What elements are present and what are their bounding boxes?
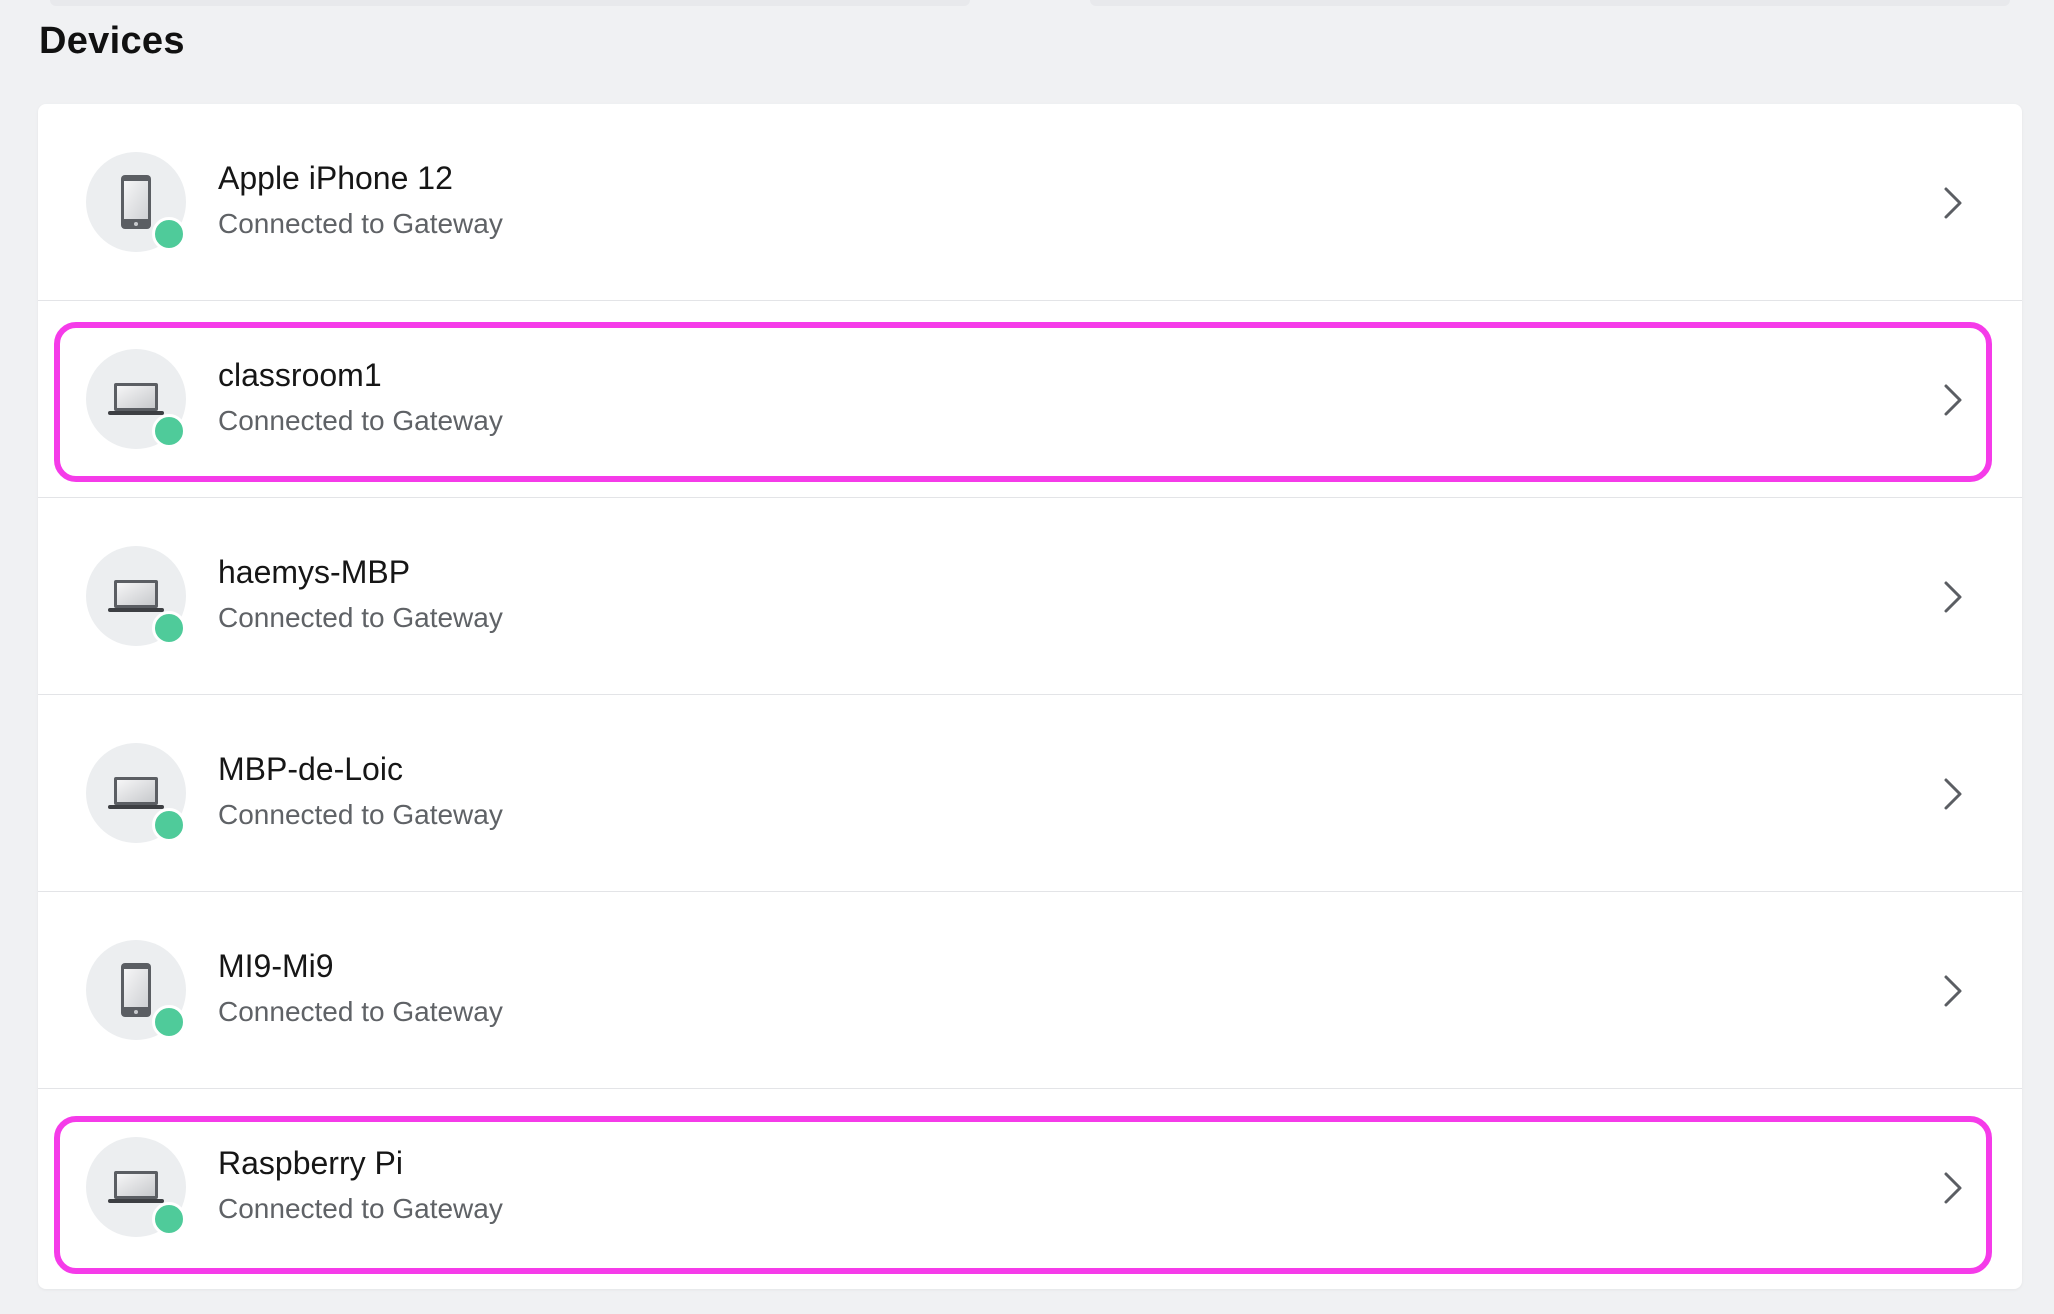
chevron-right-icon[interactable] xyxy=(1932,380,1972,420)
chevron-right-icon[interactable] xyxy=(1932,183,1972,223)
online-status-dot xyxy=(152,808,186,842)
online-status-dot xyxy=(152,1202,186,1236)
page-title: Devices xyxy=(39,20,185,62)
device-name: MBP-de-Loic xyxy=(218,751,403,787)
device-status: Connected to Gateway xyxy=(218,799,503,830)
device-status: Connected to Gateway xyxy=(218,208,503,239)
device-row[interactable]: classroom1 Connected to Gateway xyxy=(38,301,2022,498)
online-status-dot xyxy=(152,611,186,645)
device-name: MI9-Mi9 xyxy=(218,948,334,984)
online-status-dot xyxy=(152,414,186,448)
online-status-dot xyxy=(152,217,186,251)
device-name: Raspberry Pi xyxy=(218,1145,403,1181)
device-list: Apple iPhone 12 Connected to Gateway cla… xyxy=(38,104,2022,1289)
chevron-right-icon[interactable] xyxy=(1932,774,1972,814)
chevron-right-icon[interactable] xyxy=(1932,577,1972,617)
chevron-right-icon[interactable] xyxy=(1932,971,1972,1011)
device-name: classroom1 xyxy=(218,357,382,393)
online-status-dot xyxy=(152,1005,186,1039)
device-status: Connected to Gateway xyxy=(218,405,503,436)
top-strip-left xyxy=(50,0,970,6)
device-row[interactable]: MI9-Mi9 Connected to Gateway xyxy=(38,892,2022,1089)
chevron-right-icon[interactable] xyxy=(1932,1168,1972,1208)
device-status: Connected to Gateway xyxy=(218,996,503,1027)
device-name: haemys-MBP xyxy=(218,554,411,590)
device-row[interactable]: Raspberry Pi Connected to Gateway xyxy=(38,1089,2022,1289)
device-status: Connected to Gateway xyxy=(218,602,503,633)
device-row[interactable]: haemys-MBP Connected to Gateway xyxy=(38,498,2022,695)
device-status: Connected to Gateway xyxy=(218,1193,503,1224)
top-strip-right xyxy=(1090,0,2010,6)
device-row[interactable]: Apple iPhone 12 Connected to Gateway xyxy=(38,104,2022,301)
device-row[interactable]: MBP-de-Loic Connected to Gateway xyxy=(38,695,2022,892)
device-name: Apple iPhone 12 xyxy=(218,160,453,196)
